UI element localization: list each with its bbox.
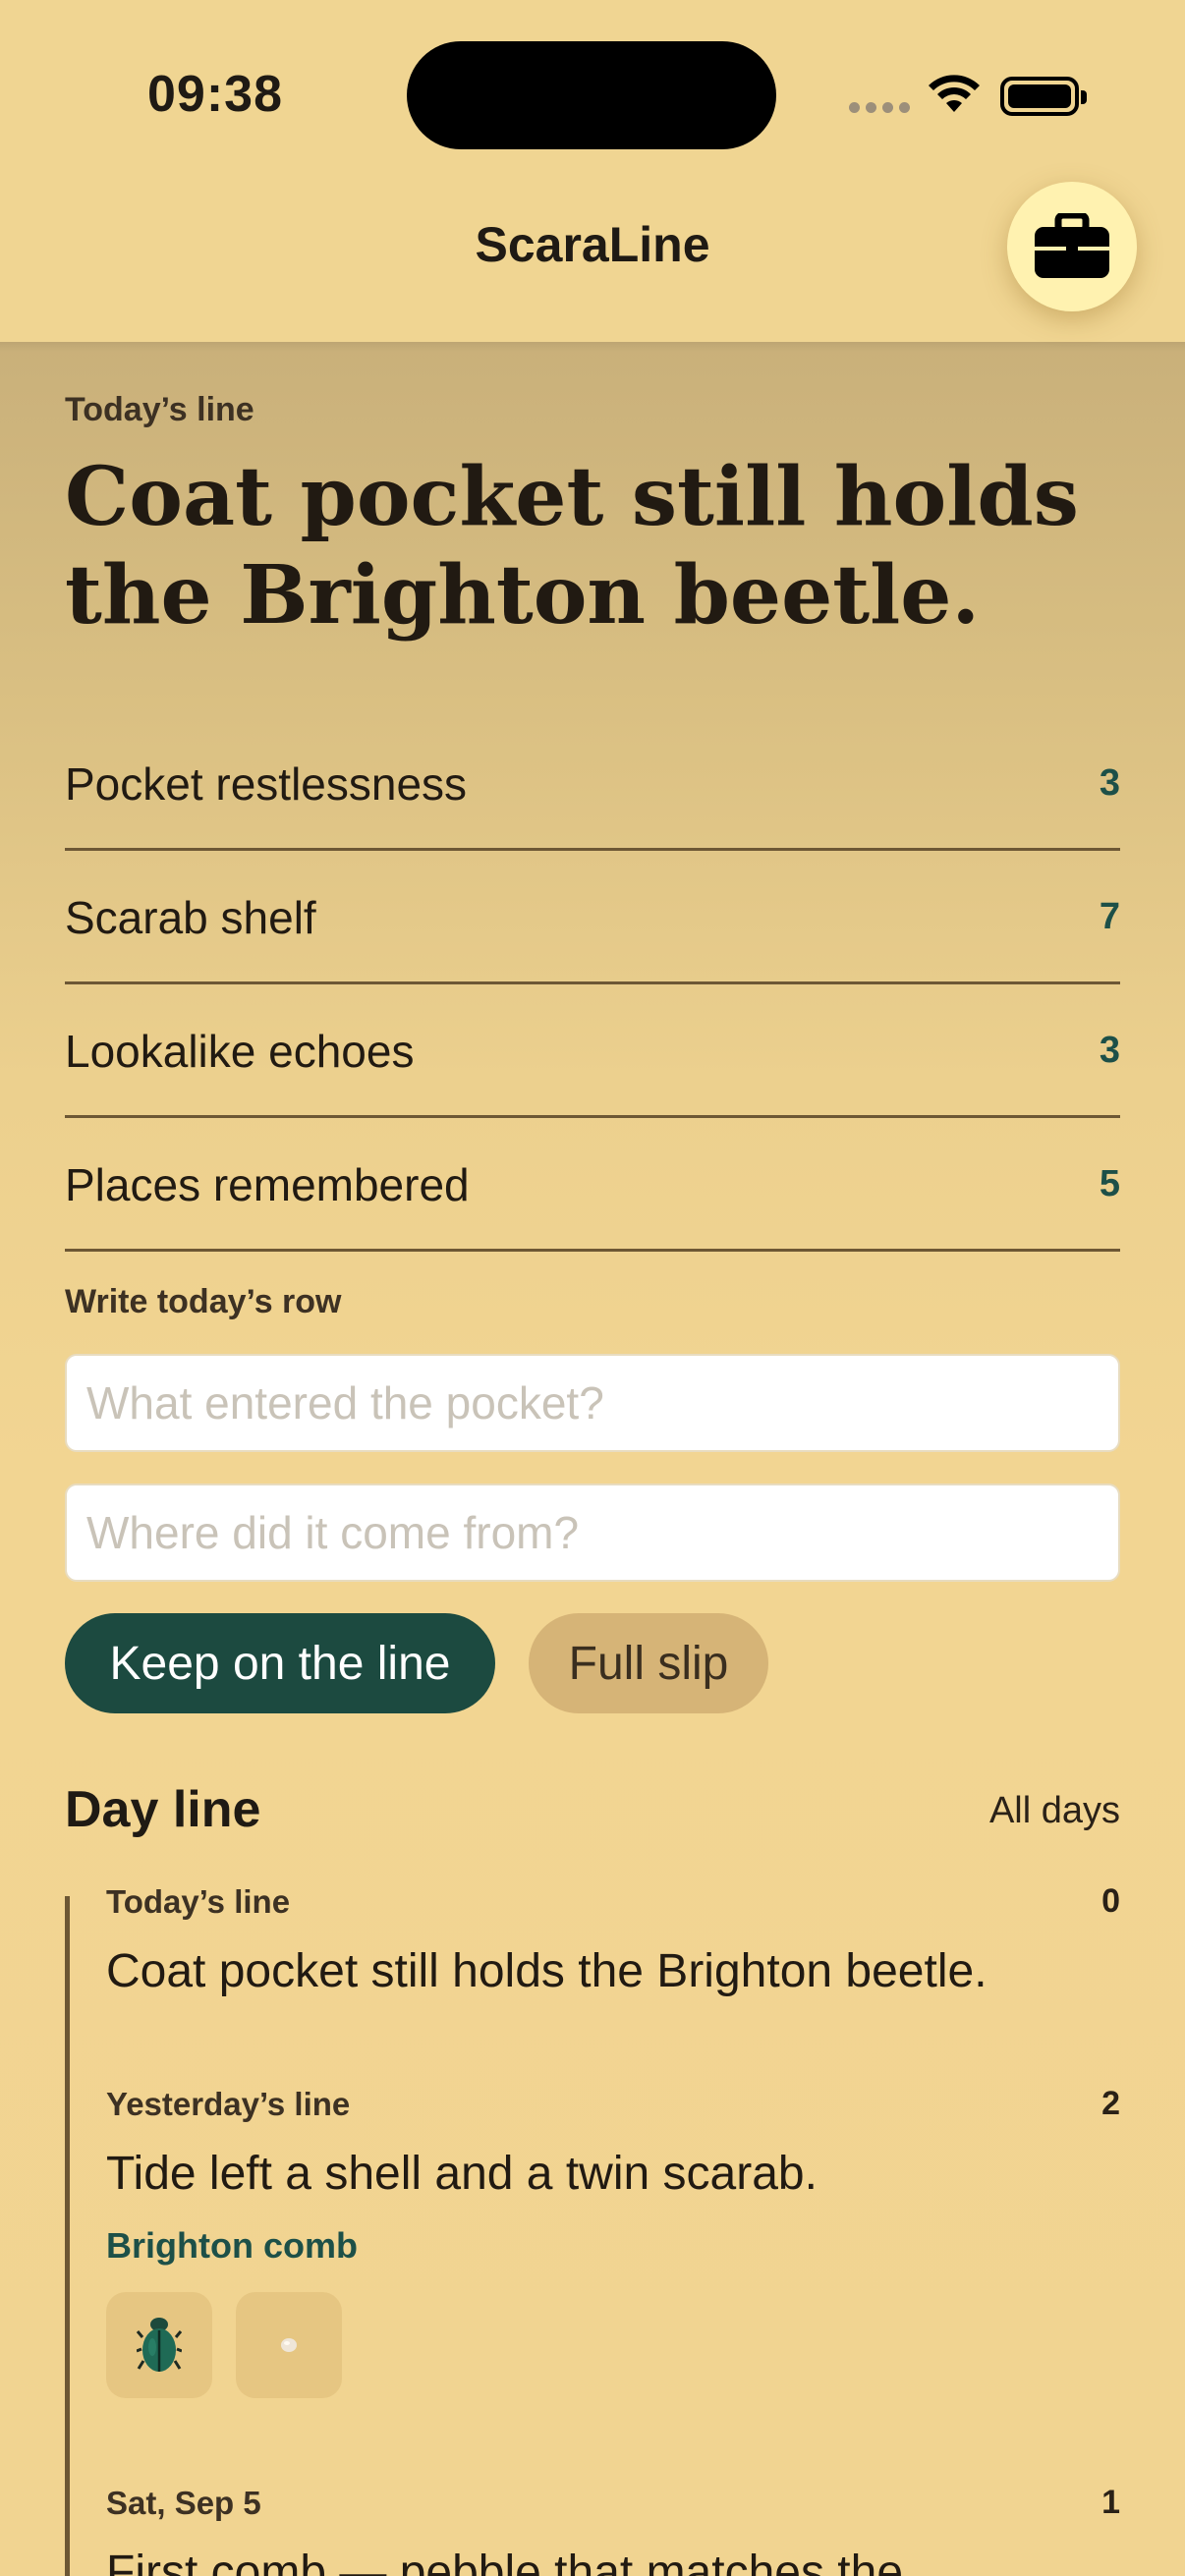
scarab-beetle-icon (137, 2318, 182, 2372)
day-entry[interactable]: Yesterday’s line 2 Tide left a shell and… (106, 2085, 1120, 2398)
stat-label: Scarab shelf (65, 891, 316, 943)
stat-count: 5 (1099, 1163, 1120, 1204)
stat-row-places-remembered[interactable]: Places remembered 5 (65, 1118, 1120, 1252)
day-entry[interactable]: Sat, Sep 5 1 First comb — pebble that ma… (106, 2484, 1120, 2576)
entry-place-tag[interactable]: Brighton comb (106, 2225, 1120, 2267)
entry-thumbnails (106, 2292, 1120, 2398)
stat-row-pocket-restlessness[interactable]: Pocket restlessness 3 (65, 717, 1120, 851)
entry-count: 1 (1101, 2484, 1120, 2521)
battery-icon (1000, 77, 1087, 116)
what-entered-input[interactable] (65, 1354, 1120, 1452)
entry-date: Today’s line (106, 1882, 291, 1920)
pebble-icon (281, 2338, 297, 2352)
dynamic-island (407, 41, 776, 149)
stat-row-lookalike-echoes[interactable]: Lookalike echoes 3 (65, 984, 1120, 1118)
entry-text: First comb — pebble that matches the (106, 2547, 904, 2576)
cellular-signal-icon (849, 102, 910, 113)
stat-label: Lookalike echoes (65, 1025, 415, 1077)
entry-count: 2 (1101, 2085, 1120, 2122)
where-from-input[interactable] (65, 1484, 1120, 1582)
entry-count: 0 (1101, 1882, 1120, 1920)
stat-count: 3 (1099, 762, 1120, 804)
keep-on-line-button[interactable]: Keep on the line (65, 1613, 495, 1713)
entry-date: Sat, Sep 5 (106, 2484, 261, 2521)
today-headline: Coat pocket still holds the Brighton bee… (65, 450, 1079, 643)
stat-row-scarab-shelf[interactable]: Scarab shelf 7 (65, 851, 1120, 984)
write-eyebrow: Write today’s row (65, 1283, 342, 1320)
stat-count: 7 (1099, 896, 1120, 937)
day-line-title: Day line (65, 1781, 261, 1838)
day-entry[interactable]: Today’s line 0 Coat pocket still holds t… (106, 1882, 1120, 2001)
header-divider (0, 342, 1185, 352)
thumbnail-scarab[interactable] (106, 2292, 212, 2398)
entry-date: Yesterday’s line (106, 2085, 351, 2122)
all-days-link[interactable]: All days (989, 1790, 1120, 1832)
stat-label: Places remembered (65, 1158, 470, 1210)
full-slip-button[interactable]: Full slip (529, 1613, 768, 1713)
stat-count: 3 (1099, 1030, 1120, 1071)
wifi-icon (929, 75, 980, 112)
entry-text: Tide left a shell and a twin scarab. (106, 2148, 818, 2200)
app-screen: 09:38 ScaraLine Today’s line Coat pocket… (0, 0, 1185, 2576)
briefcase-button[interactable] (1007, 182, 1137, 311)
timeline-rule (65, 1896, 70, 2576)
stat-label: Pocket restlessness (65, 757, 468, 810)
entry-text: Coat pocket still holds the Brighton bee… (106, 1945, 988, 1997)
briefcase-icon (1035, 213, 1109, 278)
thumbnail-pebble[interactable] (236, 2292, 342, 2398)
today-eyebrow: Today’s line (65, 391, 254, 428)
status-time: 09:38 (147, 66, 283, 123)
stats-list: Pocket restlessness 3 Scarab shelf 7 Loo… (65, 717, 1120, 1252)
